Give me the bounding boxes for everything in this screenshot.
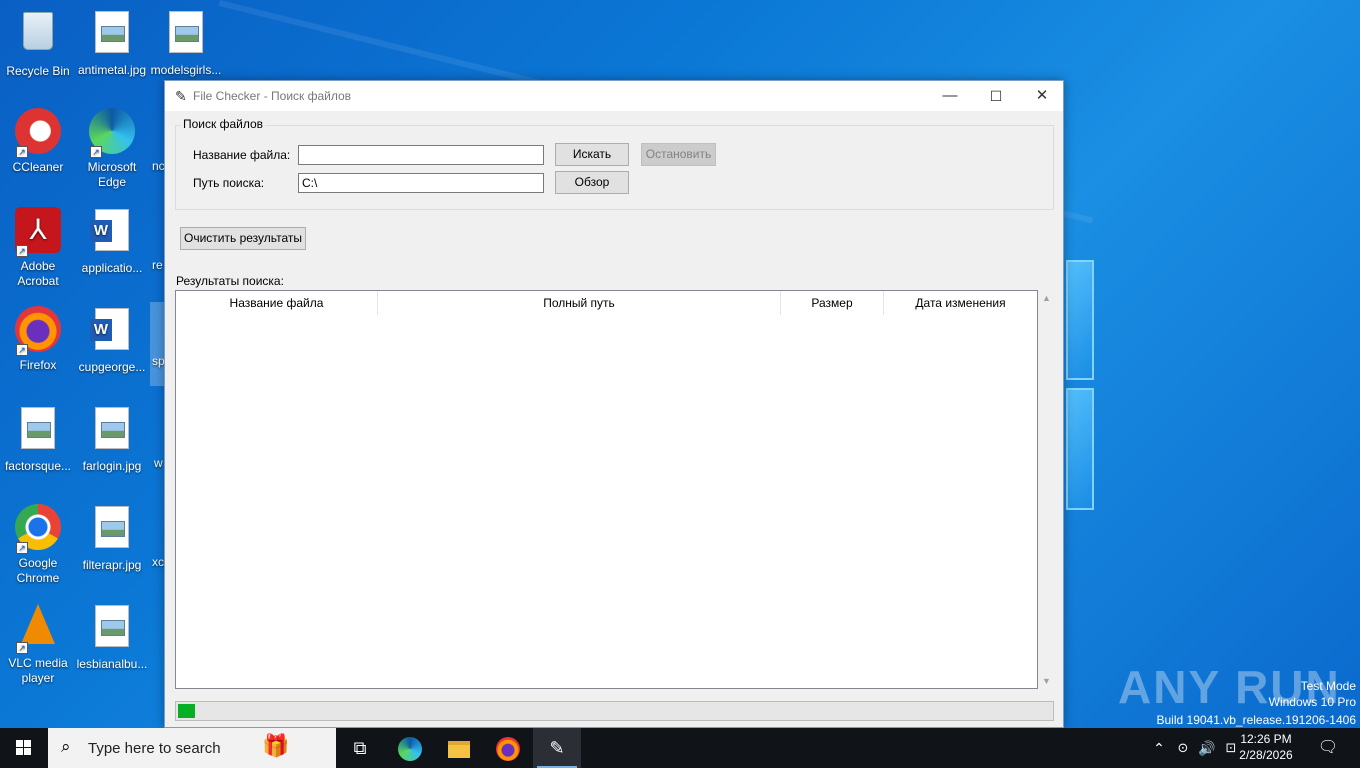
stop-button[interactable]: Остановить: [641, 143, 716, 166]
desktop-icon-label: VLC media player: [8, 656, 68, 685]
minimize-button[interactable]: —: [927, 81, 973, 111]
results-table-header: Название файла Полный путь Размер Дата и…: [176, 291, 1037, 315]
desktop-icon-label: Adobe Acrobat: [17, 259, 59, 288]
search-placeholder: Type here to search: [88, 740, 221, 757]
scroll-down-icon[interactable]: ▼: [1042, 676, 1051, 686]
scroll-up-icon[interactable]: ▲: [1042, 293, 1051, 303]
file-checker-window: ✎ File Checker - Поиск файлов — ☐ ✕ Поис…: [164, 80, 1064, 728]
column-header-filename[interactable]: Название файла: [176, 291, 378, 315]
desktop-icon-lesbianalbu[interactable]: lesbianalbu...: [74, 602, 150, 672]
recycle-bin-icon: [14, 12, 62, 60]
firefox-icon: ↗: [14, 306, 62, 356]
taskbar-search-box[interactable]: ⌕ Type here to search 🎁: [48, 728, 336, 768]
meet-now-icon[interactable]: ⊙: [1172, 728, 1194, 768]
python-feather-icon[interactable]: ✎: [533, 728, 581, 768]
image-file-icon: [162, 11, 210, 59]
vlc-icon: ↗: [14, 604, 62, 654]
search-path-label: Путь поиска:: [193, 176, 265, 190]
desktop-icon-label: factorsque...: [4, 459, 72, 473]
show-hidden-icons-chevron-icon[interactable]: ⌃: [1150, 728, 1168, 768]
desktop-icon-ccleaner[interactable]: ↗ CCleaner: [0, 107, 76, 175]
results-table[interactable]: Название файла Полный путь Размер Дата и…: [175, 290, 1038, 689]
desktop-icon-label: lesbianalbu...: [76, 657, 148, 671]
image-file-icon: [88, 407, 136, 455]
test-mode-text: Test Mode: [1300, 679, 1356, 693]
ccleaner-icon: ↗: [14, 108, 62, 158]
progress-fill: [178, 704, 195, 718]
search-path-input[interactable]: [298, 173, 544, 193]
build-text: Build 19041.vb_release.191206-1406: [1156, 713, 1357, 727]
word-doc-icon: W: [88, 209, 136, 257]
edge-icon[interactable]: [386, 728, 434, 768]
search-highlight-gift-icon: 🎁: [262, 733, 290, 758]
start-button[interactable]: [0, 728, 48, 768]
maximize-button[interactable]: ☐: [973, 81, 1019, 111]
chrome-icon: ↗: [14, 504, 62, 554]
windows-logo-pane: [1066, 388, 1094, 510]
search-button[interactable]: Искать: [555, 143, 629, 166]
desktop-icon-partial-selected[interactable]: sp: [150, 302, 164, 386]
desktop-icon-firefox[interactable]: ↗ Firefox: [0, 305, 76, 373]
firefox-icon[interactable]: [484, 728, 532, 768]
desktop-icon-partial[interactable]: xc: [130, 503, 164, 570]
search-progress-bar: [175, 701, 1054, 721]
search-icon: ⌕: [61, 737, 71, 756]
desktop-icon-antimetal[interactable]: antimetal.jpg: [74, 8, 150, 78]
browse-button[interactable]: Обзор: [555, 171, 629, 194]
desktop-icon-recycle-bin[interactable]: Recycle Bin: [0, 8, 76, 79]
desktop-icon-label: CCleaner: [12, 160, 64, 174]
results-label: Результаты поиска:: [176, 274, 284, 288]
desktop-icon-label: w: [154, 456, 163, 470]
desktop-icon-partial[interactable]: w: [130, 404, 164, 471]
windows-edition-text: Windows 10 Pro: [1268, 695, 1356, 709]
taskbar-clock[interactable]: 12:26 PM 2/28/2026: [1236, 731, 1296, 763]
clock-date: 2/28/2026: [1239, 748, 1293, 762]
desktop-icon-label: xc: [152, 555, 164, 569]
desktop-icon-partial[interactable]: re: [130, 206, 164, 273]
desktop-icon-label: Google Chrome: [16, 556, 60, 585]
notifications-icon[interactable]: 🗨: [1314, 728, 1342, 768]
desktop-icon-modelsgirls[interactable]: modelsgirls...: [148, 8, 224, 78]
desktop-icon-label: nc: [152, 159, 164, 173]
desktop-icon-label: re: [152, 258, 163, 272]
clear-results-button[interactable]: Очистить результаты: [180, 227, 306, 250]
taskbar: ⌕ Type here to search 🎁 ⧉ ✎ ⌃ ⊙ 🔊 ⊡ 12:2…: [0, 728, 1360, 768]
image-file-icon: [88, 605, 136, 653]
desktop-icon-adobe-acrobat[interactable]: ⅄ ↗ Adobe Acrobat: [0, 206, 76, 289]
edge-icon: ↗: [88, 108, 136, 158]
image-file-icon: [14, 407, 62, 455]
desktop-icon-google-chrome[interactable]: ↗ Google Chrome: [0, 503, 76, 586]
desktop-icon-label: cupgeorge...: [78, 360, 146, 374]
desktop-icon-label: Firefox: [19, 358, 57, 372]
desktop-icon-partial[interactable]: nc: [130, 107, 164, 174]
filename-input[interactable]: [298, 145, 544, 165]
column-header-size[interactable]: Размер: [781, 291, 884, 315]
volume-icon[interactable]: 🔊: [1196, 728, 1218, 768]
column-header-full-path[interactable]: Полный путь: [378, 291, 781, 315]
filename-label: Название файла:: [193, 148, 291, 162]
desktop-icon-cupgeorge-doc[interactable]: W cupgeorge...: [74, 305, 150, 375]
word-doc-icon: W: [88, 308, 136, 356]
desktop-icon-label: Recycle Bin: [6, 64, 70, 78]
task-view-icon[interactable]: ⧉: [336, 728, 384, 768]
search-files-group: [175, 125, 1054, 210]
results-scrollbar[interactable]: ▲ ▼: [1038, 290, 1055, 689]
desktop-icon-vlc[interactable]: ↗ VLC media player: [0, 602, 76, 686]
close-button[interactable]: ✕: [1019, 81, 1065, 111]
desktop-icon-factorsque[interactable]: factorsque...: [0, 404, 76, 474]
window-title: File Checker - Поиск файлов: [193, 89, 352, 103]
acrobat-icon: ⅄ ↗: [14, 207, 62, 257]
image-file-icon: [88, 506, 136, 554]
windows-logo-pane: [1066, 260, 1094, 380]
file-explorer-icon[interactable]: [435, 728, 483, 768]
column-header-modified-date[interactable]: Дата изменения: [884, 291, 1037, 315]
desktop-icon-label: antimetal.jpg: [77, 63, 147, 77]
clock-time: 12:26 PM: [1240, 732, 1292, 746]
window-titlebar[interactable]: ✎ File Checker - Поиск файлов — ☐ ✕: [165, 81, 1063, 111]
desktop-icon-label: sp: [152, 354, 164, 368]
feather-app-icon: ✎: [175, 88, 187, 104]
image-file-icon: [88, 11, 136, 59]
search-group-legend: Поиск файлов: [181, 117, 266, 131]
desktop-icon-label: modelsgirls...: [150, 63, 222, 77]
